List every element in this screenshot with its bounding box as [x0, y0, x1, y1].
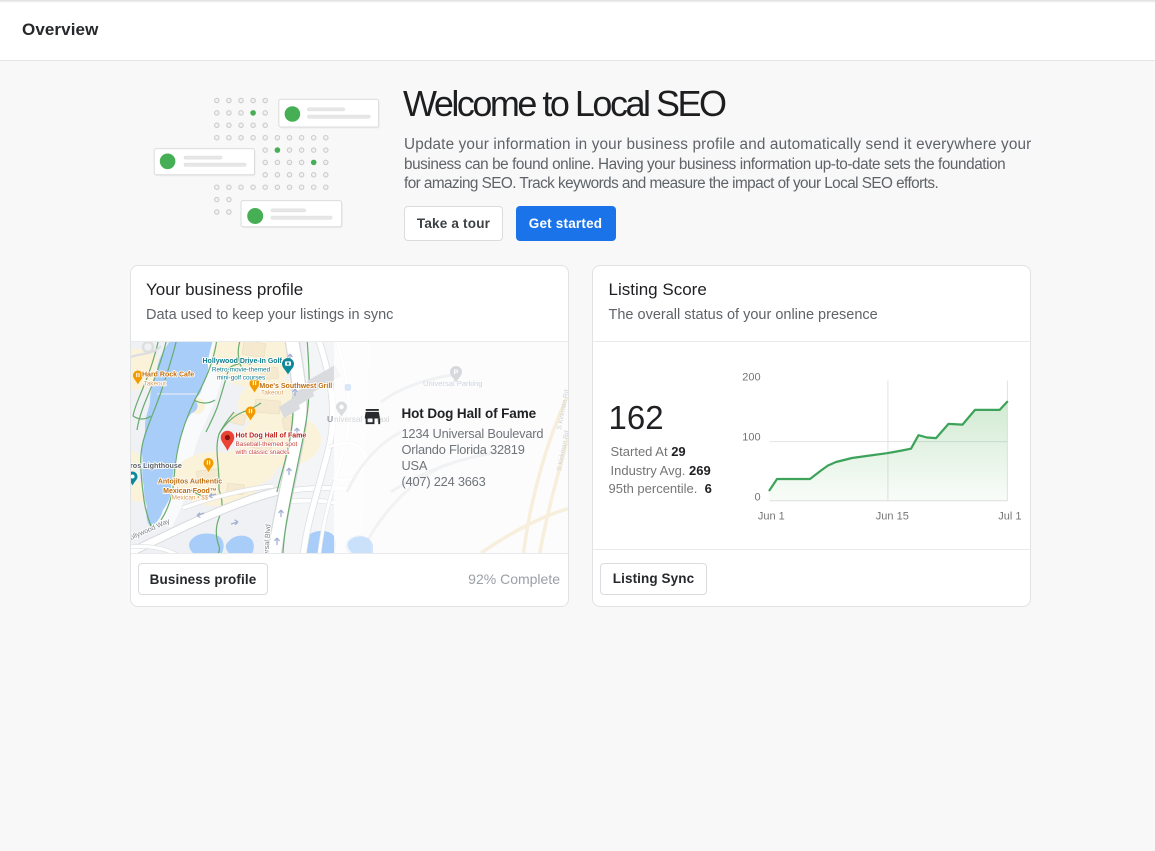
svg-text:Hot Dog Hall of Fame: Hot Dog Hall of Fame [235, 432, 306, 439]
svg-text:Jun 15: Jun 15 [876, 511, 909, 523]
svg-text:Baseball-themed spot: Baseball-themed spot [235, 440, 297, 447]
svg-text:iversal Blvd: iversal Blvd [261, 523, 273, 552]
svg-text:Jun 1: Jun 1 [758, 511, 785, 523]
svg-text:Hollywood Drive-In Golf: Hollywood Drive-In Golf [202, 358, 282, 365]
svg-text:Takeout: Takeout [261, 389, 284, 396]
svg-text:U: U [327, 414, 333, 424]
svg-text:200: 200 [742, 372, 760, 384]
svg-text:Jul 1: Jul 1 [998, 511, 1021, 523]
svg-text:0: 0 [754, 491, 760, 503]
svg-text:Universal Parking: Universal Parking [423, 379, 483, 388]
svg-text:Mexican • $$: Mexican • $$ [171, 494, 208, 501]
svg-text:Takeout: Takeout [143, 380, 166, 387]
svg-text:Retro-movie-themed: Retro-movie-themed [211, 366, 270, 373]
svg-text:P: P [453, 369, 458, 376]
svg-text:ros Lighthouse: ros Lighthouse [131, 461, 182, 470]
svg-text:Antojitos Authentic: Antojitos Authentic [157, 478, 221, 485]
svg-text:Hard Rock Cafe: Hard Rock Cafe [142, 371, 194, 378]
svg-text:with classic snacks: with classic snacks [234, 449, 289, 456]
svg-text:100: 100 [742, 432, 760, 444]
svg-text:mini-golf courses: mini-golf courses [216, 374, 264, 381]
